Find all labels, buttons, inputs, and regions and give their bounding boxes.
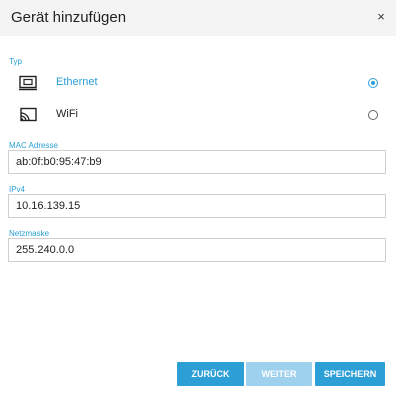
dialog-title: Gerät hinzufügen bbox=[11, 9, 127, 26]
type-option-wifi[interactable]: WiFi bbox=[0, 99, 396, 129]
ipv4-label: IPv4 bbox=[9, 185, 26, 194]
wifi-label: WiFi bbox=[56, 108, 78, 120]
ipv4-field[interactable]: 10.16.139.15 bbox=[8, 194, 386, 218]
netmask-field[interactable]: 255.240.0.0 bbox=[8, 238, 386, 262]
close-icon[interactable]: × bbox=[374, 10, 388, 24]
ethernet-icon bbox=[18, 75, 40, 91]
save-button[interactable]: SPEICHERN bbox=[315, 362, 385, 386]
mac-label: MAC Adresse bbox=[9, 141, 58, 150]
dialog-header: Gerät hinzufügen × bbox=[0, 0, 396, 36]
next-button[interactable]: WEITER bbox=[246, 362, 312, 386]
back-button[interactable]: ZURÜCK bbox=[177, 362, 244, 386]
wifi-icon bbox=[18, 107, 40, 123]
netmask-value: 255.240.0.0 bbox=[16, 244, 75, 256]
netmask-label: Netzmaske bbox=[9, 229, 50, 238]
mac-value: ab:0f:b0:95:47:b9 bbox=[16, 156, 102, 168]
mac-field[interactable]: ab:0f:b0:95:47:b9 bbox=[8, 150, 386, 174]
ipv4-value: 10.16.139.15 bbox=[16, 200, 81, 212]
wifi-radio[interactable] bbox=[368, 110, 378, 120]
type-option-ethernet[interactable]: Ethernet bbox=[0, 67, 396, 97]
ethernet-radio[interactable] bbox=[368, 78, 378, 88]
ethernet-label: Ethernet bbox=[56, 76, 98, 88]
type-label: Typ bbox=[9, 57, 22, 66]
